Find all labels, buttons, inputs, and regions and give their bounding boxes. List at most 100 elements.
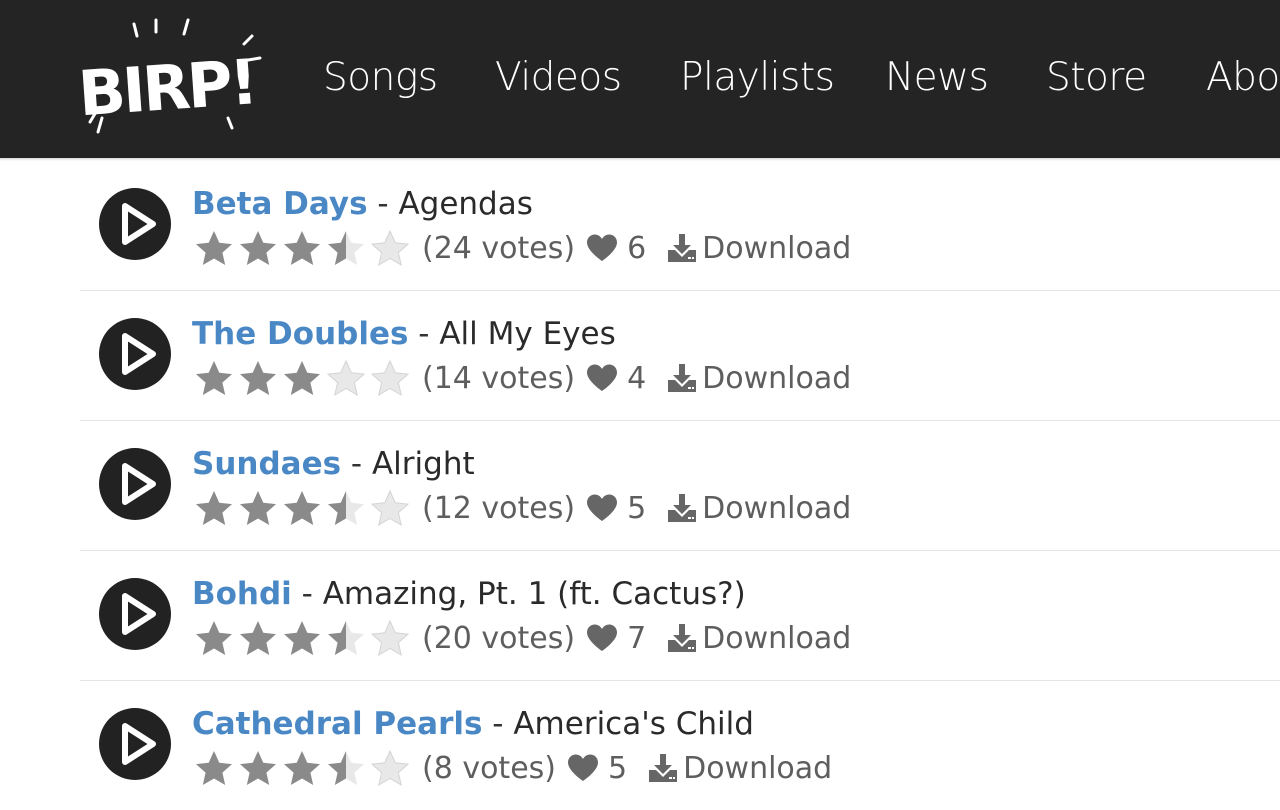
- track-title: Amazing, Pt. 1 (ft. Cactus?): [322, 576, 746, 612]
- nav-about[interactable]: Abo: [1206, 50, 1280, 106]
- nav-store[interactable]: Store: [1046, 50, 1147, 106]
- star-icon[interactable]: [236, 618, 280, 658]
- star-icon[interactable]: [368, 228, 412, 268]
- nav-songs[interactable]: Songs: [323, 50, 438, 106]
- star-icon[interactable]: [280, 488, 324, 528]
- star-icon[interactable]: [192, 748, 236, 788]
- track-title: America's Child: [513, 706, 754, 742]
- song-meta: (12 votes) 5 Download: [192, 487, 851, 529]
- download-link[interactable]: Download: [666, 361, 851, 396]
- play-button[interactable]: [99, 318, 171, 390]
- star-icon[interactable]: [280, 228, 324, 268]
- star-icon[interactable]: [324, 748, 368, 788]
- artist-link[interactable]: The Doubles: [192, 316, 408, 352]
- like-count: 5: [627, 490, 647, 526]
- track-title: All My Eyes: [439, 316, 616, 352]
- play-icon: [122, 463, 156, 505]
- song-meta: (8 votes) 5 Download: [192, 747, 832, 789]
- song-title-line: The Doubles - All My Eyes: [192, 313, 616, 355]
- artist-link[interactable]: Beta Days: [192, 186, 368, 222]
- star-icon[interactable]: [324, 618, 368, 658]
- star-icon[interactable]: [324, 228, 368, 268]
- star-icon[interactable]: [236, 358, 280, 398]
- star-icon[interactable]: [368, 618, 412, 658]
- download-label: Download: [702, 490, 852, 526]
- song-title-line: Cathedral Pearls - America's Child: [192, 703, 754, 745]
- artist-link[interactable]: Bohdi: [192, 576, 292, 612]
- play-button[interactable]: [99, 578, 171, 650]
- download-link[interactable]: Download: [666, 231, 851, 266]
- download-label: Download: [702, 360, 852, 396]
- title-separator: -: [291, 576, 323, 612]
- star-icon[interactable]: [324, 488, 368, 528]
- vote-count: (20 votes): [422, 620, 576, 656]
- star-icon[interactable]: [192, 488, 236, 528]
- title-separator: -: [367, 186, 399, 222]
- star-icon[interactable]: [368, 748, 412, 788]
- star-icon[interactable]: [236, 488, 280, 528]
- star-rating[interactable]: [192, 618, 412, 658]
- heart-icon[interactable]: [585, 363, 619, 393]
- song-row: Sundaes - Alright (12 votes) 5 Download: [80, 421, 1280, 551]
- artist-link[interactable]: Sundaes: [192, 446, 341, 482]
- star-rating[interactable]: [192, 228, 412, 268]
- play-button[interactable]: [99, 708, 171, 780]
- star-icon[interactable]: [192, 618, 236, 658]
- star-icon[interactable]: [368, 488, 412, 528]
- heart-icon[interactable]: [566, 753, 600, 783]
- song-meta: (24 votes) 6 Download: [192, 227, 851, 269]
- track-title: Alright: [371, 446, 475, 482]
- nav-playlists[interactable]: Playlists: [680, 50, 835, 106]
- star-icon[interactable]: [192, 358, 236, 398]
- play-icon: [122, 723, 156, 765]
- play-icon: [122, 333, 156, 375]
- top-navbar: BIRP! Songs Videos Playlists News Store …: [0, 0, 1280, 158]
- nav-news[interactable]: News: [885, 50, 989, 106]
- download-icon: [668, 234, 697, 262]
- star-icon[interactable]: [192, 228, 236, 268]
- vote-count: (12 votes): [422, 490, 576, 526]
- star-rating[interactable]: [192, 488, 412, 528]
- download-link[interactable]: Download: [647, 751, 832, 786]
- play-button[interactable]: [99, 448, 171, 520]
- song-row: The Doubles - All My Eyes (14 votes) 4 Down…: [80, 291, 1280, 421]
- nav-videos[interactable]: Videos: [495, 50, 622, 106]
- star-icon[interactable]: [280, 358, 324, 398]
- logo-text: BIRP!: [76, 45, 257, 130]
- star-icon[interactable]: [368, 358, 412, 398]
- download-icon: [668, 364, 697, 392]
- download-label: Download: [702, 230, 852, 266]
- star-rating[interactable]: [192, 358, 412, 398]
- star-icon[interactable]: [280, 748, 324, 788]
- play-button[interactable]: [99, 188, 171, 260]
- birp-logo[interactable]: BIRP!: [76, 14, 266, 142]
- song-row: Cathedral Pearls - America's Child (8 vot…: [80, 681, 1280, 810]
- download-icon: [668, 494, 697, 522]
- star-icon[interactable]: [280, 618, 324, 658]
- star-icon[interactable]: [236, 748, 280, 788]
- heart-icon[interactable]: [585, 623, 619, 653]
- star-icon[interactable]: [236, 228, 280, 268]
- vote-count: (14 votes): [422, 360, 576, 396]
- like-count: 4: [627, 360, 647, 396]
- song-title-line: Beta Days - Agendas: [192, 183, 533, 225]
- like-count: 6: [627, 230, 647, 266]
- song-meta: (14 votes) 4 Download: [192, 357, 851, 399]
- play-icon: [122, 593, 156, 635]
- star-icon[interactable]: [324, 358, 368, 398]
- song-title-line: Sundaes - Alright: [192, 443, 475, 485]
- track-title: Agendas: [398, 186, 533, 222]
- title-separator: -: [482, 706, 514, 742]
- song-meta: (20 votes) 7 Download: [192, 617, 851, 659]
- vote-count: (8 votes): [422, 750, 556, 786]
- song-row: Bohdi - Amazing, Pt. 1 (ft. Cactus?) (20 …: [80, 551, 1280, 681]
- title-separator: -: [408, 316, 440, 352]
- vote-count: (24 votes): [422, 230, 576, 266]
- artist-link[interactable]: Cathedral Pearls: [192, 706, 482, 742]
- star-rating[interactable]: [192, 748, 412, 788]
- download-label: Download: [683, 750, 833, 786]
- download-link[interactable]: Download: [666, 621, 851, 656]
- heart-icon[interactable]: [585, 493, 619, 523]
- download-link[interactable]: Download: [666, 491, 851, 526]
- heart-icon[interactable]: [585, 233, 619, 263]
